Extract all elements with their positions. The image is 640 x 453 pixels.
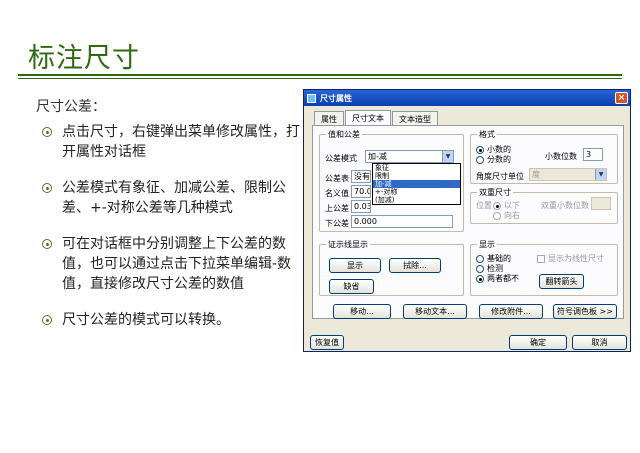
move-button[interactable]: 移动... [333,304,391,319]
group-title: 显示 [477,239,497,250]
upper-tolerance-label: 上公差 [325,204,349,213]
bullet-icon [42,183,52,193]
decimal-places-input[interactable]: 3 [583,148,603,161]
symbol-palette-button[interactable]: 符号调色板 >> [553,304,617,319]
slide: { "slide": { "title": "标注尺寸", "heading":… [0,0,640,453]
tolerance-table-label: 公差表 [325,174,349,183]
tab-properties[interactable]: 属性 [314,111,344,125]
lower-tolerance-label: 下公差 [325,219,349,228]
bullet-icon [42,127,52,137]
tab-strip: 属性 尺寸文本 文本造型 [314,110,439,125]
cancel-button[interactable]: 取消 [572,335,627,350]
bullet-item: 点击尺寸，右键弹出菜单修改属性，打开属性对话框 [42,122,302,162]
chevron-down-icon[interactable]: ▼ [442,151,453,162]
radio-icon [476,264,484,273]
bullet-list: 点击尺寸，右键弹出菜单修改属性，打开属性对话框 公差模式有象征、加减公差、限制公… [42,122,302,346]
dual-decimals-input[interactable] [591,197,611,210]
list-item[interactable]: (加减) [373,196,460,204]
radio-fraction[interactable]: 分数的 [476,154,511,165]
list-item[interactable]: 限制 [373,172,460,180]
close-icon[interactable]: × [615,92,628,104]
tolerance-mode-label: 公差模式 [325,154,357,163]
tab-dimension-text[interactable]: 尺寸文本 [345,110,391,125]
move-text-button[interactable]: 移动文本... [403,304,467,319]
title-rule [18,74,622,76]
radio-icon [493,211,501,220]
list-item[interactable]: +-对称 [373,188,460,196]
tolerance-table-select[interactable]: 没有 [351,170,371,183]
bullet-icon [42,239,52,249]
bullet-item: 可在对话框中分别调整上下公差的数值，也可以通过点击下拉菜单编辑-数值，直接修改尺… [42,234,302,294]
show-button[interactable]: 显示 [329,258,381,273]
restore-values-button[interactable]: 恢复值 [310,335,344,350]
list-item-selected[interactable]: 加-减 [373,180,460,188]
radio-right[interactable]: 向右 [493,210,520,221]
radio-icon [476,254,484,263]
erase-button[interactable]: 拭除... [389,258,441,273]
list-item[interactable]: 象征 [373,164,460,172]
section-heading: 尺寸公差： [36,99,106,115]
group-title: 证示线显示 [326,239,370,250]
app-icon [307,93,316,103]
tab-page: 值和公差 公差模式 加-减 ▼ 公差表 没有 名义值 70.00 上公差 0.0… [312,125,624,319]
radio-neither[interactable]: 两者都不 [476,273,519,284]
bullet-item: 尺寸公差的模式可以转换。 [42,310,302,330]
flip-arrow-button[interactable]: 翻转箭头 [539,274,584,289]
dual-position-label: 位置 [476,201,492,210]
nominal-value-label: 名义值 [325,189,349,198]
radio-icon [476,155,484,164]
radio-icon [476,145,484,154]
group-title: 格式 [477,129,497,140]
tolerance-mode-select[interactable]: 加-减 ▼ [365,150,454,163]
group-title: 双重尺寸 [477,187,513,198]
tab-text-style[interactable]: 文本造型 [392,111,438,125]
dual-decimals-label: 双重小数位数 [541,201,589,210]
ok-button[interactable]: 确定 [509,335,567,350]
tolerance-mode-dropdown-list[interactable]: 象征 限制 加-减 +-对称 (加减) [372,163,461,205]
upper-tolerance-input[interactable]: 0.033 [351,200,371,213]
dialog-titlebar[interactable]: 尺寸属性 × [304,90,630,106]
linear-dimension-checkbox[interactable]: 显示为线性尺寸 [537,253,604,264]
angle-unit-label: 角度尺寸单位 [476,172,524,181]
angle-unit-select[interactable]: 度 ▼ [529,168,607,181]
lower-tolerance-input[interactable]: 0.000 [351,215,453,228]
bullet-item: 公差模式有象征、加减公差、限制公差、+-对称公差等几种模式 [42,178,302,218]
slide-title: 标注尺寸 [28,43,140,74]
dimension-properties-dialog: 尺寸属性 × 属性 尺寸文本 文本造型 值和公差 公差模式 加-减 ▼ 公差表 … [303,89,631,352]
title-rule-thin [18,78,622,79]
chevron-down-icon[interactable]: ▼ [595,169,606,180]
checkbox-icon [537,254,545,263]
dialog-title: 尺寸属性 [320,93,352,103]
radio-icon [476,274,484,283]
default-button[interactable]: 缺省 [329,279,374,294]
group-title: 值和公差 [326,129,362,140]
bullet-icon [42,315,52,325]
edit-attachment-button[interactable]: 修改附件... [479,304,543,319]
decimal-places-label: 小数位数 [545,152,577,161]
nominal-value-input[interactable]: 70.00 [351,185,371,198]
radio-icon [493,201,501,210]
